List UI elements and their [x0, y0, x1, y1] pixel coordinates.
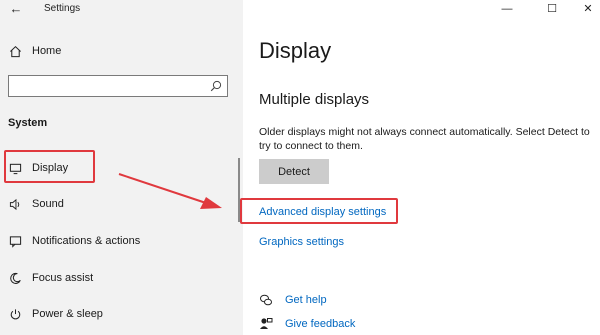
annotation-arrow-head: [200, 197, 222, 209]
annotation-arrow-overlay: [118, 173, 222, 209]
annotation-arrow-line: [118, 173, 207, 204]
